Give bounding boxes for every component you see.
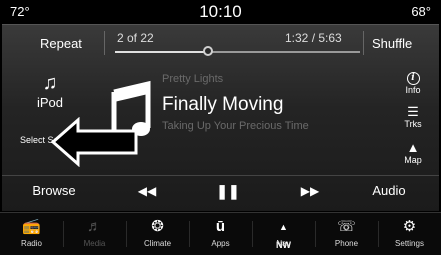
progress-knob[interactable] xyxy=(203,46,214,56)
source-label: iPod xyxy=(36,95,64,110)
nav-radio[interactable]: 📻 Radio xyxy=(0,213,63,255)
tracks-label: Trks xyxy=(404,119,422,129)
rewind-button[interactable]: ◀◀ xyxy=(107,176,187,206)
song-title: Finally Moving xyxy=(162,94,284,115)
pause-icon: ❚❚ xyxy=(216,183,240,199)
radio-icon: 📻 xyxy=(22,218,41,235)
repeat-button[interactable]: Repeat xyxy=(40,36,82,51)
info-button[interactable]: i Info xyxy=(396,69,430,95)
divider xyxy=(104,31,105,55)
head-unit-screen: 72° 10:10 68° Repeat 2 of 22 1:32 / 5:63… xyxy=(0,0,441,255)
info-icon: i xyxy=(396,69,430,85)
settings-icon: ⚙ xyxy=(402,218,417,235)
tracks-button[interactable]: ☰ Trks xyxy=(396,104,430,130)
progress-bar[interactable] xyxy=(115,46,360,56)
rewind-icon: ◀◀ xyxy=(137,184,157,198)
tracks-list-icon: ☰ xyxy=(407,104,419,119)
source-ipod-button[interactable]: ♫ iPod xyxy=(20,73,80,110)
nav-label: Settings xyxy=(395,239,424,248)
shuffle-button[interactable]: Shuffle xyxy=(372,36,412,51)
apps-icon: ū xyxy=(215,218,226,235)
info-label: Info xyxy=(405,85,421,95)
nav-compass-icon: ▲ NW xyxy=(276,222,291,250)
nav-media[interactable]: ♬ Media xyxy=(63,213,126,255)
transport-controls: Browse ◀◀ ❚❚ ▶▶ Audio xyxy=(2,176,439,206)
map-icon: ▲ xyxy=(406,140,420,155)
track-count: 2 of 22 xyxy=(117,31,154,45)
music-note-icon: ♫ xyxy=(42,72,58,94)
bottom-nav-bar: 📻 Radio ♬ Media ❂ Climate ū Apps ▲ NW Nav… xyxy=(0,212,441,255)
phone-icon: ☏ xyxy=(337,218,356,235)
divider xyxy=(363,31,364,55)
time-readout: 1:32 / 5:63 xyxy=(285,31,342,45)
nav-nav[interactable]: ▲ NW Nav xyxy=(252,213,315,255)
nav-label: Climate xyxy=(143,239,172,248)
map-button[interactable]: ▲ Map xyxy=(396,140,430,166)
status-bar: 72° 10:10 68° xyxy=(0,0,441,24)
nav-label: Phone xyxy=(334,239,359,248)
pause-button[interactable]: ❚❚ xyxy=(188,176,268,206)
artist-name: Pretty Lights xyxy=(162,73,224,85)
fast-forward-button[interactable]: ▶▶ xyxy=(270,176,350,206)
passenger-temperature[interactable]: 68° xyxy=(411,4,431,19)
audio-button[interactable]: Audio xyxy=(354,176,424,206)
nav-apps[interactable]: ū Apps xyxy=(189,213,252,255)
nav-label: Apps xyxy=(211,239,230,248)
nav-label: Media xyxy=(83,239,106,248)
nav-climate[interactable]: ❂ Climate xyxy=(126,213,189,255)
media-icon: ♬ xyxy=(87,218,102,235)
map-label: Map xyxy=(404,155,422,165)
fast-forward-icon: ▶▶ xyxy=(300,184,320,198)
nav-label: Radio xyxy=(21,239,42,248)
nav-label: Nav xyxy=(276,239,291,248)
progress-fill xyxy=(115,51,209,53)
nav-settings[interactable]: ⚙ Settings xyxy=(378,213,441,255)
browse-button[interactable]: Browse xyxy=(24,176,84,206)
climate-icon: ❂ xyxy=(151,218,164,235)
clock: 10:10 xyxy=(199,2,242,21)
nav-phone[interactable]: ☏ Phone xyxy=(315,213,378,255)
album-name: Taking Up Your Precious Time xyxy=(162,120,309,132)
arrow-left-icon xyxy=(50,117,138,167)
